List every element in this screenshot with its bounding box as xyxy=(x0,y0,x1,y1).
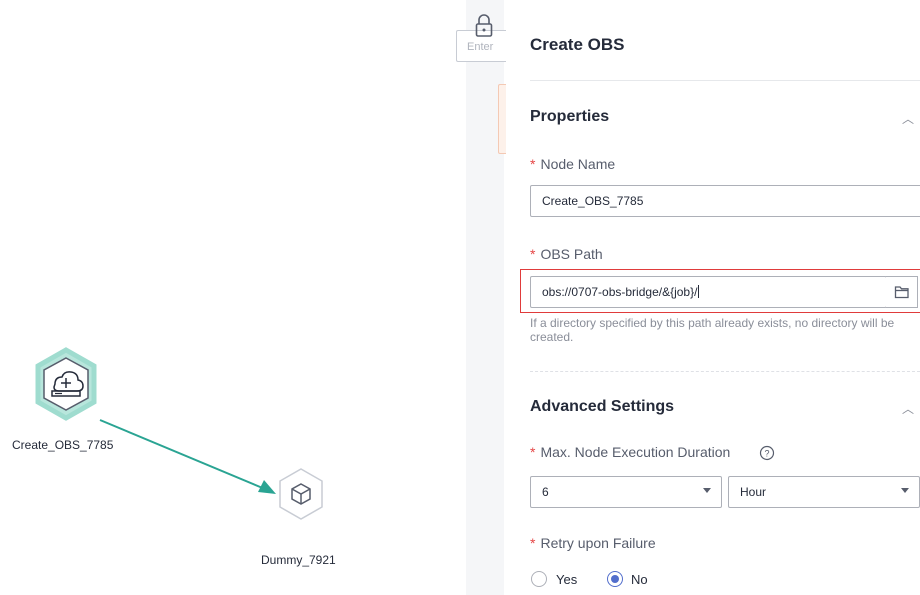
retry-yes-radio[interactable] xyxy=(531,571,547,587)
retry-no-radio[interactable] xyxy=(607,571,623,587)
svg-text:?: ? xyxy=(764,449,769,459)
node-dummy-label: Dummy_7921 xyxy=(261,553,336,567)
chevron-up-icon[interactable]: ︿ xyxy=(902,400,914,417)
node-dummy[interactable] xyxy=(279,468,323,520)
node-name-input[interactable]: Create_OBS_7785 xyxy=(530,185,920,217)
section-title-properties: Properties xyxy=(530,108,610,125)
chevron-down-icon xyxy=(901,488,909,493)
node-create-obs-label: Create_OBS_7785 xyxy=(12,438,114,452)
retry-label: * Retry upon Failure xyxy=(530,535,656,551)
max-duration-label: * Max. Node Execution Duration xyxy=(530,444,731,460)
chevron-up-icon[interactable]: ︿ xyxy=(902,110,914,127)
obs-path-label: * OBS Path xyxy=(530,246,603,262)
panel-title: Create OBS xyxy=(530,35,625,54)
title-divider xyxy=(530,80,920,81)
chevron-down-icon xyxy=(703,488,711,493)
node-name-label: * Node Name xyxy=(530,156,616,172)
max-duration-select[interactable]: 6 xyxy=(530,476,722,508)
lock-icon[interactable] xyxy=(474,14,494,38)
notice-banner xyxy=(498,84,506,154)
obs-path-highlight xyxy=(520,269,920,313)
retry-yes-label[interactable]: Yes xyxy=(556,572,577,587)
retry-no-label[interactable]: No xyxy=(631,572,648,587)
help-icon[interactable]: ? xyxy=(759,445,775,461)
edge-create-to-dummy xyxy=(99,419,276,494)
duration-unit-select[interactable]: Hour xyxy=(728,476,920,508)
section-divider xyxy=(530,371,920,372)
node-create-obs[interactable] xyxy=(35,347,97,421)
section-title-advanced: Advanced Settings xyxy=(530,398,675,415)
obs-path-help-text: If a directory specified by this path al… xyxy=(530,316,895,344)
